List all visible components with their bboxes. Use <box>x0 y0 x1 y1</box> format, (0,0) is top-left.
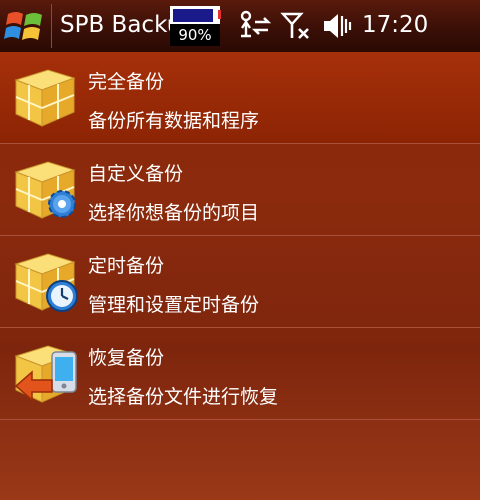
menu-item-scheduled-backup[interactable]: 定时备份 管理和设置定时备份 <box>0 236 480 328</box>
clock-icon <box>46 280 78 312</box>
battery-icon <box>170 6 220 25</box>
menu-item-full-backup[interactable]: 完全备份 备份所有数据和程序 <box>0 52 480 144</box>
battery-percent: 90% <box>170 24 220 46</box>
sync-icon[interactable] <box>236 10 272 42</box>
speaker-muted-icon[interactable] <box>321 10 355 42</box>
item-description: 选择备份文件进行恢复 <box>88 386 279 408</box>
item-title: 恢复备份 <box>88 347 165 369</box>
signal-no-service-icon[interactable] <box>280 10 312 42</box>
battery-indicator[interactable]: 90% <box>170 6 221 46</box>
phone-icon <box>51 351 77 393</box>
app-title: SPB Backup <box>60 12 174 38</box>
item-description: 管理和设置定时备份 <box>88 294 260 316</box>
start-button[interactable] <box>0 0 52 52</box>
item-description: 选择你想备份的项目 <box>88 202 260 224</box>
titlebar-divider <box>51 4 52 48</box>
item-description: 备份所有数据和程序 <box>88 110 260 132</box>
battery-tip <box>218 10 221 19</box>
windows-start-icon <box>4 12 42 40</box>
item-title: 定时备份 <box>88 255 165 277</box>
title-bar: SPB Backup 90% 17:20 <box>0 0 480 52</box>
menu-item-restore-backup[interactable]: 恢复备份 选择备份文件进行恢复 <box>0 328 480 420</box>
menu-item-custom-backup[interactable]: 自定义备份 选择你想备份的项目 <box>0 144 480 236</box>
backup-box-restore-icon <box>14 345 77 403</box>
backup-box-icon <box>14 69 76 127</box>
item-title: 完全备份 <box>88 71 165 93</box>
backup-box-gear-icon <box>14 161 76 219</box>
backup-box-clock-icon <box>14 253 78 312</box>
battery-fill <box>173 9 213 22</box>
item-title: 自定义备份 <box>88 163 184 185</box>
gear-icon <box>48 190 76 218</box>
backup-menu: 完全备份 备份所有数据和程序 自定义备份 选择你想备份的项目 定时备份 管理和设… <box>0 52 480 420</box>
clock[interactable]: 17:20 <box>362 10 428 40</box>
